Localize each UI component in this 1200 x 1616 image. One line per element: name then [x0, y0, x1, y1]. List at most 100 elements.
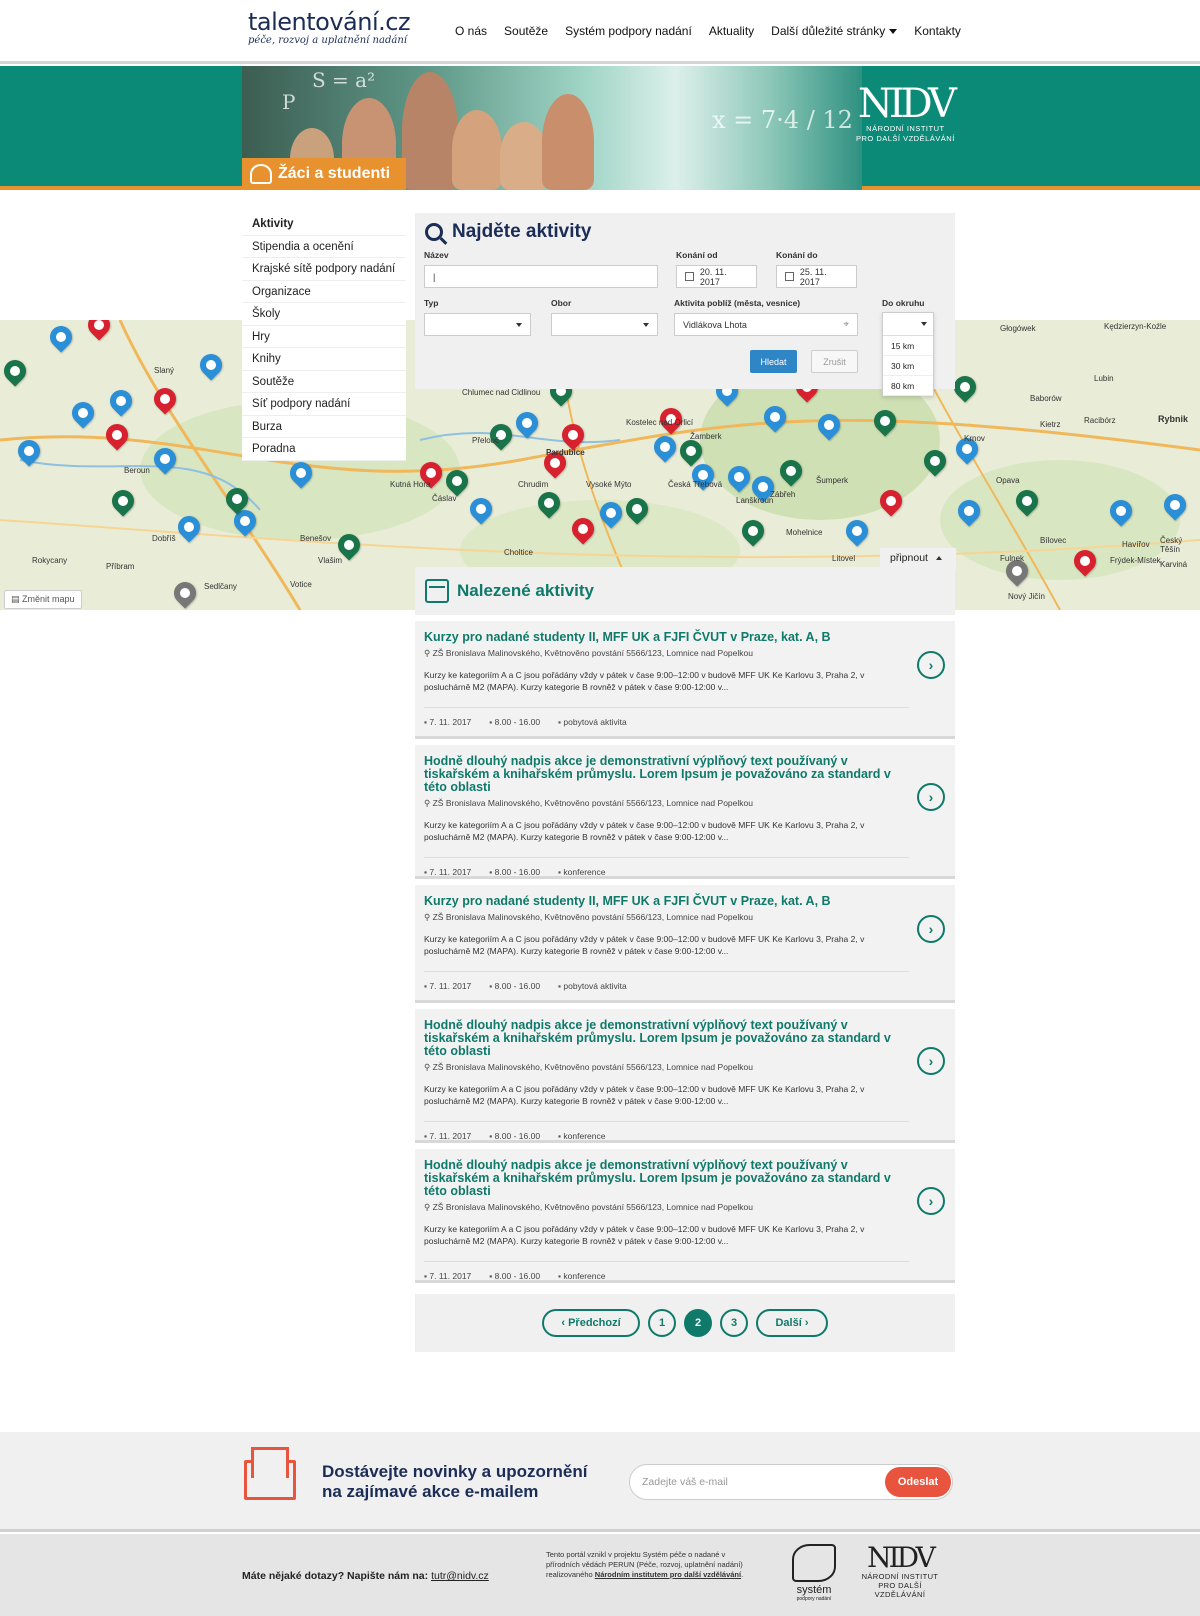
city-label: Příbram: [106, 562, 135, 571]
subscribe-button[interactable]: Odeslat: [885, 1467, 951, 1497]
activity-title[interactable]: Hodně dlouhý nadpis akce je demonstrativ…: [424, 1159, 909, 1198]
nav-item-news[interactable]: Aktuality: [709, 24, 754, 38]
chevron-right-icon[interactable]: ›: [917, 1187, 945, 1215]
sidebar-item-organizations[interactable]: Organizace: [242, 281, 406, 303]
sidebar-item-counseling[interactable]: Poradna: [242, 438, 406, 461]
chevron-right-icon[interactable]: ›: [917, 783, 945, 811]
activity-card[interactable]: Hodně dlouhý nadpis akce je demonstrativ…: [415, 745, 955, 879]
city-label: Choltice: [504, 548, 533, 557]
nav-item-competitions[interactable]: Soutěže: [504, 24, 548, 38]
change-map-button[interactable]: ▤ Změnit mapu: [4, 590, 82, 609]
sidebar-item-books[interactable]: Knihy: [242, 348, 406, 371]
sidebar-item-exchange[interactable]: Burza: [242, 416, 406, 438]
logo-tagline: péče, rozvoj a uplatnění nadání: [248, 35, 407, 46]
sidebar-item-competitions[interactable]: Soutěže: [242, 371, 406, 393]
sidebar-item-support-network[interactable]: Síť podpory nadání: [242, 393, 406, 416]
city-label: Karviná: [1160, 560, 1188, 569]
cancel-button[interactable]: Zrušit: [811, 350, 858, 373]
field-label: Obor: [551, 298, 572, 308]
date-from-input[interactable]: 20. 11. 2017: [676, 265, 757, 288]
calendar-icon: [685, 272, 694, 281]
footer-note-link[interactable]: Národním institutem pro další vzdělávání: [595, 1570, 741, 1579]
page-button-3[interactable]: 3: [720, 1309, 748, 1337]
activity-card[interactable]: Hodně dlouhý nadpis akce je demonstrativ…: [415, 1149, 955, 1283]
activity-title[interactable]: Hodně dlouhý nadpis akce je demonstrativ…: [424, 755, 909, 794]
chevron-right-icon: ›: [801, 1317, 809, 1329]
radius-option-15[interactable]: 15 km: [883, 336, 933, 356]
sidebar-item-schools[interactable]: Školy: [242, 303, 406, 326]
results-header: Nalezené aktivity: [415, 567, 955, 615]
search-title-text: Najděte aktivity: [452, 221, 592, 242]
field-select[interactable]: [551, 313, 658, 336]
date-to-input[interactable]: 25. 11. 2017: [776, 265, 857, 288]
chevron-right-icon[interactable]: ›: [917, 1047, 945, 1075]
city-label: Kutná Hora: [390, 480, 431, 489]
city-label: Opava: [996, 476, 1020, 485]
activity-date: 7. 11. 2017: [424, 1131, 471, 1141]
city-label: Votice: [290, 580, 312, 589]
site-logo[interactable]: talentování.cz péče, rozvoj a uplatnění …: [248, 8, 411, 46]
chevron-down-icon: [889, 29, 898, 35]
banner-math-2: x = 7·4 / 12: [712, 106, 853, 134]
banner-math-1: S = a²: [312, 68, 376, 92]
city-label: Přelouč: [472, 436, 500, 445]
activity-card[interactable]: Kurzy pro nadané studenty II, MFF UK a F…: [415, 621, 955, 739]
type-select[interactable]: [424, 313, 531, 336]
next-page-button[interactable]: Další ›: [756, 1309, 828, 1337]
activity-card[interactable]: Kurzy pro nadané studenty II, MFF UK a F…: [415, 885, 955, 1003]
name-input[interactable]: |: [424, 265, 658, 288]
search-button[interactable]: Hledat: [750, 350, 797, 373]
radius-option-30[interactable]: 30 km: [883, 356, 933, 376]
hero-banner: S = a² P x = 7·4 / 12 Žáci a studenti NI…: [0, 66, 1200, 190]
city-label: Žamberk: [690, 432, 722, 441]
city-label: Rybnik: [1158, 414, 1189, 424]
page-button-1[interactable]: 1: [648, 1309, 676, 1337]
activity-time: 8.00 - 16.00: [489, 1271, 540, 1281]
footer-nidv-line3: VZDĚLÁVÁNÍ: [874, 1590, 926, 1599]
nidv-logo[interactable]: NIDV NÁRODNÍ INSTITUT PRO DALŠÍ VZDĚLÁVÁ…: [856, 81, 957, 144]
sidebar-item-activities[interactable]: Aktivity: [242, 213, 406, 236]
page-button-2[interactable]: 2: [684, 1309, 712, 1337]
chevron-left-icon: ‹: [561, 1317, 569, 1329]
nav-item-about[interactable]: O nás: [455, 24, 487, 38]
results-title: Nalezené aktivity: [457, 581, 595, 600]
name-label: Název: [424, 250, 449, 260]
city-label: Chlumec nad Cidlinou: [462, 388, 541, 397]
city-label: Mohelnice: [786, 528, 823, 537]
date-from-value: 20. 11. 2017: [699, 266, 727, 287]
chevron-right-icon[interactable]: ›: [917, 915, 945, 943]
banner-person: [542, 94, 594, 190]
activity-title[interactable]: Kurzy pro nadané studenty II, MFF UK a F…: [424, 895, 909, 908]
nav-item-more-pages[interactable]: Další důležité stránky: [771, 24, 898, 38]
nearby-input[interactable]: Vidlákova Lhota ⌖: [674, 313, 858, 336]
sidebar-item-regional-networks[interactable]: Krajské sítě podpory nadání: [242, 258, 406, 281]
activity-card[interactable]: Hodně dlouhý nadpis akce je demonstrativ…: [415, 1009, 955, 1143]
chevron-right-icon[interactable]: ›: [917, 651, 945, 679]
city-label: Litovel: [832, 554, 856, 563]
locate-icon[interactable]: ⌖: [843, 319, 849, 330]
system-logo[interactable]: systém podpory nadání: [790, 1544, 838, 1602]
nav-item-support-system[interactable]: Systém podpory nadání: [565, 24, 692, 38]
activity-meta: 7. 11. 2017 8.00 - 16.00 konference: [424, 1121, 909, 1141]
activity-title[interactable]: Kurzy pro nadané studenty II, MFF UK a F…: [424, 631, 909, 644]
newsletter-section: Dostávejte novinky a upozornění na zajím…: [0, 1432, 1200, 1532]
radius-dropdown[interactable]: 15 km 30 km 80 km: [882, 312, 934, 396]
activity-kind: pobytová aktivita: [558, 981, 626, 991]
radius-label: Do okruhu: [882, 298, 925, 308]
activity-description: Kurzy ke kategoriím A a C jsou pořádány …: [424, 934, 865, 956]
activity-title[interactable]: Hodně dlouhý nadpis akce je demonstrativ…: [424, 1019, 909, 1058]
nav-item-contacts[interactable]: Kontakty: [914, 24, 961, 38]
pin-map-label: připnout: [890, 552, 928, 564]
prev-page-button[interactable]: ‹ Předchozí: [542, 1309, 640, 1337]
sidebar-item-scholarships[interactable]: Stipendia a ocenění: [242, 236, 406, 258]
radius-option-80[interactable]: 80 km: [883, 376, 933, 396]
radius-select[interactable]: [883, 313, 933, 336]
nidv-logo-mark: NIDV: [857, 81, 957, 127]
date-to-label: Konání do: [776, 250, 818, 260]
footer-nidv-mark: NIDV: [867, 1541, 936, 1574]
footer-email-link[interactable]: tutr@nidv.cz: [431, 1570, 489, 1582]
city-label: Šumperk: [816, 476, 849, 485]
sidebar-item-games[interactable]: Hry: [242, 326, 406, 348]
footer-nidv-logo[interactable]: NIDV NÁRODNÍ INSTITUT PRO DALŠÍ VZDĚLÁVÁ…: [852, 1541, 948, 1600]
prev-page-label: Předchozí: [568, 1317, 621, 1329]
